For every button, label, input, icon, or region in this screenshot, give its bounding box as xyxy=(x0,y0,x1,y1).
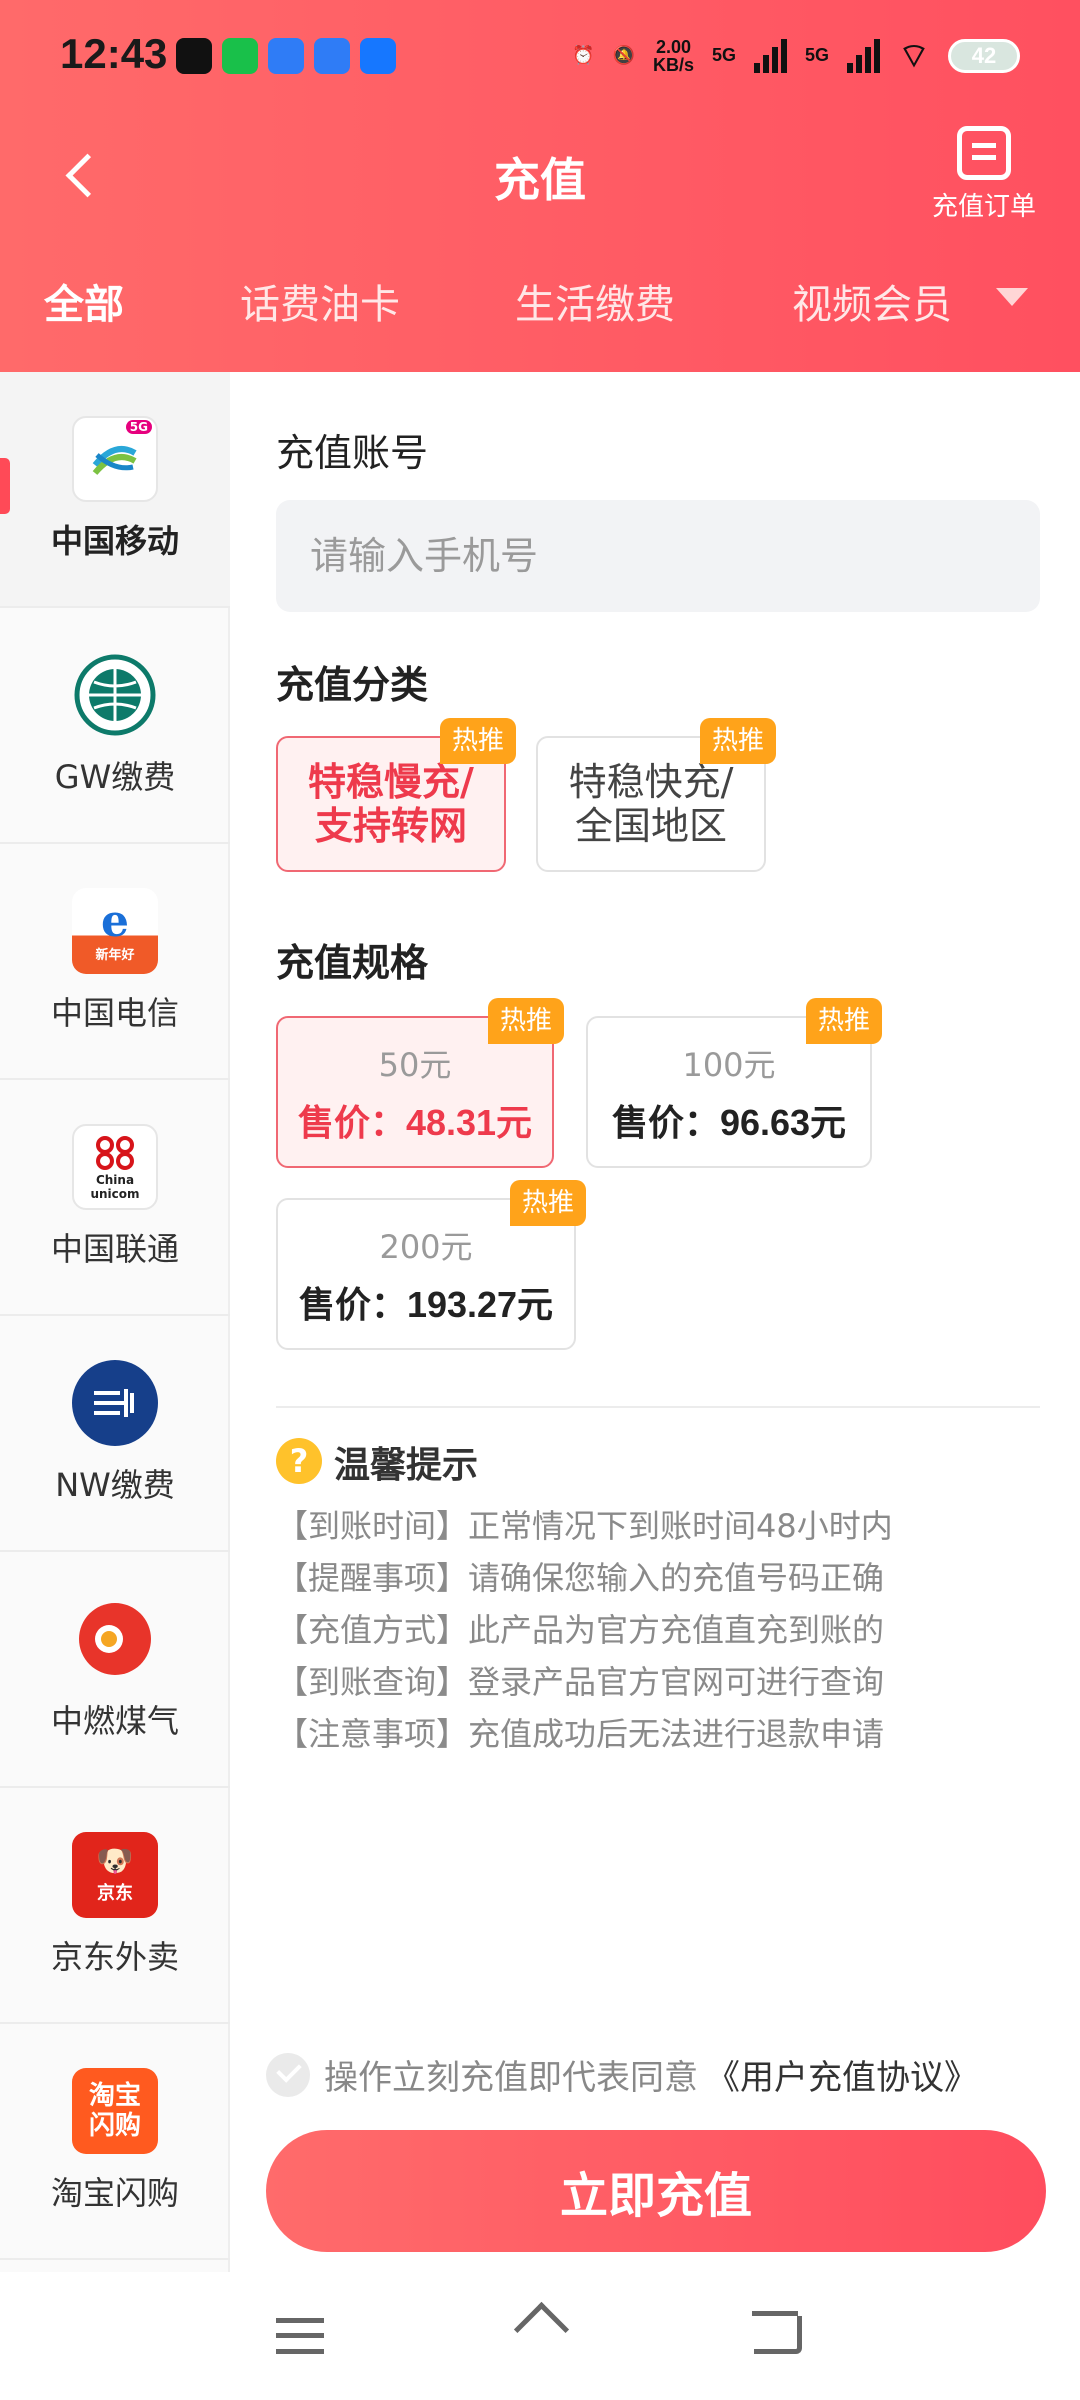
wechat-icon xyxy=(222,38,258,74)
account-label: 充值账号 xyxy=(276,431,429,475)
tab-phone-fuel[interactable]: 话费油卡 xyxy=(240,272,400,330)
face-value: 50元 xyxy=(378,1046,452,1084)
menu-icon[interactable] xyxy=(276,2318,324,2354)
sidebar-item-label: 淘宝闪购 xyxy=(50,2174,179,2212)
sale-price: 售价：193.27元 xyxy=(298,1284,554,1325)
jd-logo: 🐶 京东 xyxy=(72,1832,158,1918)
recharge-orders-label: 充值订单 xyxy=(931,192,1036,222)
tip-item: 【注意事项】充值成功后无法进行退款申请 xyxy=(276,1715,885,1753)
sim2-label: 5G xyxy=(805,45,830,65)
provider-sidebar: 5G 中国移动 GW缴费 e 新年好 中国电信 China unicom 中国联… xyxy=(0,372,230,2272)
china-unicom-logo: China unicom xyxy=(72,1124,158,1210)
tip-item: 【到账时间】正常情况下到账时间48小时内 xyxy=(276,1507,893,1545)
tab-video-vip[interactable]: 视频会员 xyxy=(792,272,952,330)
sidebar-item-label: 中国移动 xyxy=(50,522,179,560)
spec-option-50[interactable]: 热推 50元 售价：48.31元 xyxy=(276,998,564,1168)
tiktok-icon xyxy=(176,38,212,74)
sidebar-item-label: GW缴费 xyxy=(54,758,176,796)
wifi-icon: ⌔ xyxy=(898,37,930,75)
recharge-orders-button[interactable]: 充值订单 xyxy=(924,120,1044,223)
back-icon[interactable] xyxy=(752,2311,802,2354)
tip-item: 【充值方式】此产品为官方充值直充到账的 xyxy=(276,1611,885,1649)
taobao-flash-logo: 淘宝闪购 xyxy=(72,2068,158,2154)
agreement-text: 操作立刻充值即代表同意 xyxy=(324,2058,698,2098)
agree-checkbox[interactable] xyxy=(266,2052,310,2097)
agreement-row: 操作立刻充值即代表同意 《用户充值协议》 xyxy=(266,2050,978,2099)
page-title: 充值 xyxy=(494,153,586,207)
tab-life-payment[interactable]: 生活缴费 xyxy=(515,272,675,330)
category-label: 充值分类 xyxy=(276,663,429,707)
alarm-icon: ⏰ xyxy=(572,45,595,65)
sidebar-item-taobao-flash[interactable]: 淘宝闪购 淘宝闪购 xyxy=(0,2024,230,2260)
net-speed: 2.00 KB/s xyxy=(652,36,694,75)
face-value: 200元 xyxy=(379,1228,473,1266)
live-app-icon xyxy=(314,38,350,74)
face-value: 100元 xyxy=(682,1046,776,1084)
china-gas-logo xyxy=(72,1596,158,1682)
signal-icon xyxy=(847,38,881,73)
category-tabs: 全部 话费油卡 生活缴费 视频会员 xyxy=(0,258,1080,338)
sidebar-item-china-unicom[interactable]: China unicom 中国联通 xyxy=(0,1080,230,1316)
question-icon: ? xyxy=(276,1438,322,1484)
divider xyxy=(276,1406,1040,1408)
mute-icon: 🔕 xyxy=(612,45,635,65)
agreement-link[interactable]: 《用户充值协议》 xyxy=(706,2050,978,2099)
sim1-label: 5G xyxy=(712,45,737,65)
china-telecom-logo: e 新年好 xyxy=(72,888,158,974)
sidebar-item-state-grid[interactable]: GW缴费 xyxy=(0,608,230,844)
status-bar: 12:43 ⏰ 🔕 2.00 KB/s 5G 5G ⌔ 42 xyxy=(0,0,1080,110)
sidebar-item-label: 中燃煤气 xyxy=(50,1702,179,1740)
message-icon xyxy=(268,38,304,74)
tips-title: 温馨提示 xyxy=(334,1445,479,1486)
status-app-icons xyxy=(176,38,396,74)
sidebar-item-label: 中国联通 xyxy=(50,1230,179,1268)
category-option-fast[interactable]: 热推 特稳快充/ 全国地区 xyxy=(536,718,776,872)
home-icon[interactable] xyxy=(514,2308,566,2356)
nav-bar: 充值 充值订单 xyxy=(0,110,1080,240)
alipay-icon xyxy=(360,38,396,74)
sidebar-item-label: NW缴费 xyxy=(55,1466,175,1504)
sale-price: 售价：96.63元 xyxy=(611,1102,847,1143)
tabs-expand-icon[interactable] xyxy=(996,288,1028,306)
hot-badge: 热推 xyxy=(806,998,882,1044)
hot-badge: 热推 xyxy=(700,718,776,764)
status-time: 12:43 xyxy=(60,30,168,77)
sale-price: 售价：48.31元 xyxy=(297,1102,533,1143)
tab-all[interactable]: 全部 xyxy=(44,272,124,330)
system-nav-bar xyxy=(0,2272,1080,2400)
status-indicators: ⏰ 🔕 2.00 KB/s 5G 5G ⌔ 42 xyxy=(572,34,1020,77)
spec-option-200[interactable]: 热推 200元 售价：193.27元 xyxy=(276,1180,586,1350)
battery-icon: 42 xyxy=(948,38,1020,73)
order-list-icon xyxy=(957,126,1011,180)
spec-option-100[interactable]: 热推 100元 售价：96.63元 xyxy=(586,998,882,1168)
sidebar-item-label: 中国电信 xyxy=(50,994,179,1032)
header: 12:43 ⏰ 🔕 2.00 KB/s 5G 5G ⌔ 42 充值 充值订单 全… xyxy=(0,0,1080,372)
category-option-slow[interactable]: 热推 特稳慢充/ 支持转网 xyxy=(276,718,516,872)
tips-list: 【到账时间】正常情况下到账时间48小时内 【提醒事项】请确保您输入的充值号码正确… xyxy=(276,1500,1040,1760)
sidebar-item-label: 京东外卖 xyxy=(50,1938,179,1976)
tip-item: 【提醒事项】请确保您输入的充值号码正确 xyxy=(276,1559,885,1597)
sidebar-item-china-mobile[interactable]: 5G 中国移动 xyxy=(0,372,230,608)
phone-number-input[interactable] xyxy=(276,500,1040,612)
tip-item: 【到账查询】登录产品官方官网可进行查询 xyxy=(276,1663,885,1701)
southern-grid-logo xyxy=(72,1360,158,1446)
hot-badge: 热推 xyxy=(488,998,564,1044)
state-grid-logo xyxy=(72,652,158,738)
hot-badge: 热推 xyxy=(440,718,516,764)
sidebar-item-china-gas[interactable]: 中燃煤气 xyxy=(0,1552,230,1788)
sidebar-item-jd-takeout[interactable]: 🐶 京东 京东外卖 xyxy=(0,1788,230,2024)
china-mobile-logo: 5G xyxy=(72,416,158,502)
bottom-action-bar: 操作立刻充值即代表同意 《用户充值协议》 立即充值 xyxy=(232,2024,1080,2274)
sidebar-item-southern-grid[interactable]: NW缴费 xyxy=(0,1316,230,1552)
spec-label: 充值规格 xyxy=(276,941,429,985)
recharge-now-button[interactable]: 立即充值 xyxy=(266,2130,1046,2252)
active-indicator xyxy=(0,458,10,514)
sidebar-item-china-telecom[interactable]: e 新年好 中国电信 xyxy=(0,844,230,1080)
signal-icon xyxy=(754,38,788,73)
hot-badge: 热推 xyxy=(510,1180,586,1226)
